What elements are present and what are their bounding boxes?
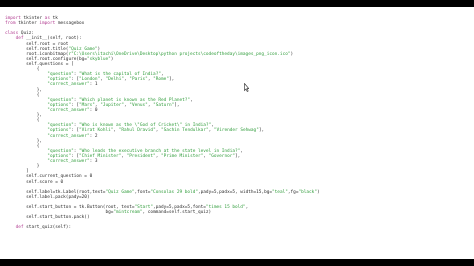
code-token: "President" xyxy=(126,153,156,159)
code-token: , command=self.start_quiz) xyxy=(142,210,212,216)
code-token: start_quiz(self): xyxy=(23,225,72,231)
code-token: "skyblue" xyxy=(86,56,111,62)
code-token: "Delhi" xyxy=(105,77,124,83)
code-token: "Consolas 29 bold" xyxy=(150,189,198,195)
code-token: "mintcream" xyxy=(113,210,143,216)
code-token: : 3 xyxy=(89,159,98,165)
code-token: ], xyxy=(174,102,180,108)
top-letterbox-bar xyxy=(0,0,474,7)
code-token: "Quiz Game" xyxy=(105,189,135,195)
code-token: "correct_answer" xyxy=(47,133,90,139)
code-token: "teal" xyxy=(272,189,288,195)
code-token: "Governor" xyxy=(208,153,236,159)
code-token: , xyxy=(190,97,193,103)
video-frame: import tkinter as tk from tkinter import … xyxy=(0,0,474,266)
code-token: "correct_answer" xyxy=(47,107,90,113)
code-token: "Virender Sehwag" xyxy=(213,128,259,134)
code-token: "Paris" xyxy=(129,77,148,83)
code-token: ) xyxy=(290,51,294,57)
code-token: ,font= xyxy=(134,189,151,195)
code-token: self.score = 0 xyxy=(5,179,64,185)
code-token: "correct_answer" xyxy=(47,159,90,165)
code-token: ) xyxy=(110,56,114,62)
code-token: tkinter xyxy=(15,21,40,27)
code-token: ,fg= xyxy=(287,189,299,195)
code-token: : 1 xyxy=(89,82,98,88)
code-token: , xyxy=(240,148,243,154)
mouse-cursor-icon xyxy=(244,83,249,92)
code-token: "Venus" xyxy=(129,102,148,108)
code-token: def xyxy=(15,225,24,231)
code-token: ], xyxy=(258,128,265,134)
code-token: import xyxy=(39,21,56,27)
code-lines: import tkinter as tk from tkinter import … xyxy=(5,16,320,231)
code-token: "Jupiter" xyxy=(100,102,124,108)
code-token: self.start_button.pack() xyxy=(5,215,90,221)
bottom-letterbox-bar xyxy=(0,259,474,266)
code-token: "Prime Minister" xyxy=(161,153,204,159)
code-token: "black" xyxy=(298,189,317,195)
code-editor[interactable]: import tkinter as tk from tkinter import … xyxy=(0,7,474,259)
code-token: "times 15 bold" xyxy=(205,205,246,211)
code-token: self.label.pack(pady=20) xyxy=(5,194,90,200)
code-token: : 2 xyxy=(89,133,98,139)
code-token: ], xyxy=(168,77,175,83)
code-token: "Rome" xyxy=(153,77,169,83)
code-token: , xyxy=(245,205,249,211)
code-token: "Saturn" xyxy=(153,102,175,108)
code-token: ], xyxy=(235,153,241,159)
code-token: messagebox xyxy=(55,21,85,27)
code-token: "Rahul Dravid" xyxy=(118,128,156,134)
code-token: "correct_answer" xyxy=(47,82,90,88)
code-token: from xyxy=(5,21,16,27)
code-line: def start_quiz(self): xyxy=(5,225,320,230)
code-token: : 0 xyxy=(89,107,98,113)
code-token: "Sachin Tendulkar" xyxy=(161,128,209,134)
code-token: ,pady=5,padx=5, width=15,bg= xyxy=(198,189,273,195)
code-token: ) xyxy=(316,189,320,195)
